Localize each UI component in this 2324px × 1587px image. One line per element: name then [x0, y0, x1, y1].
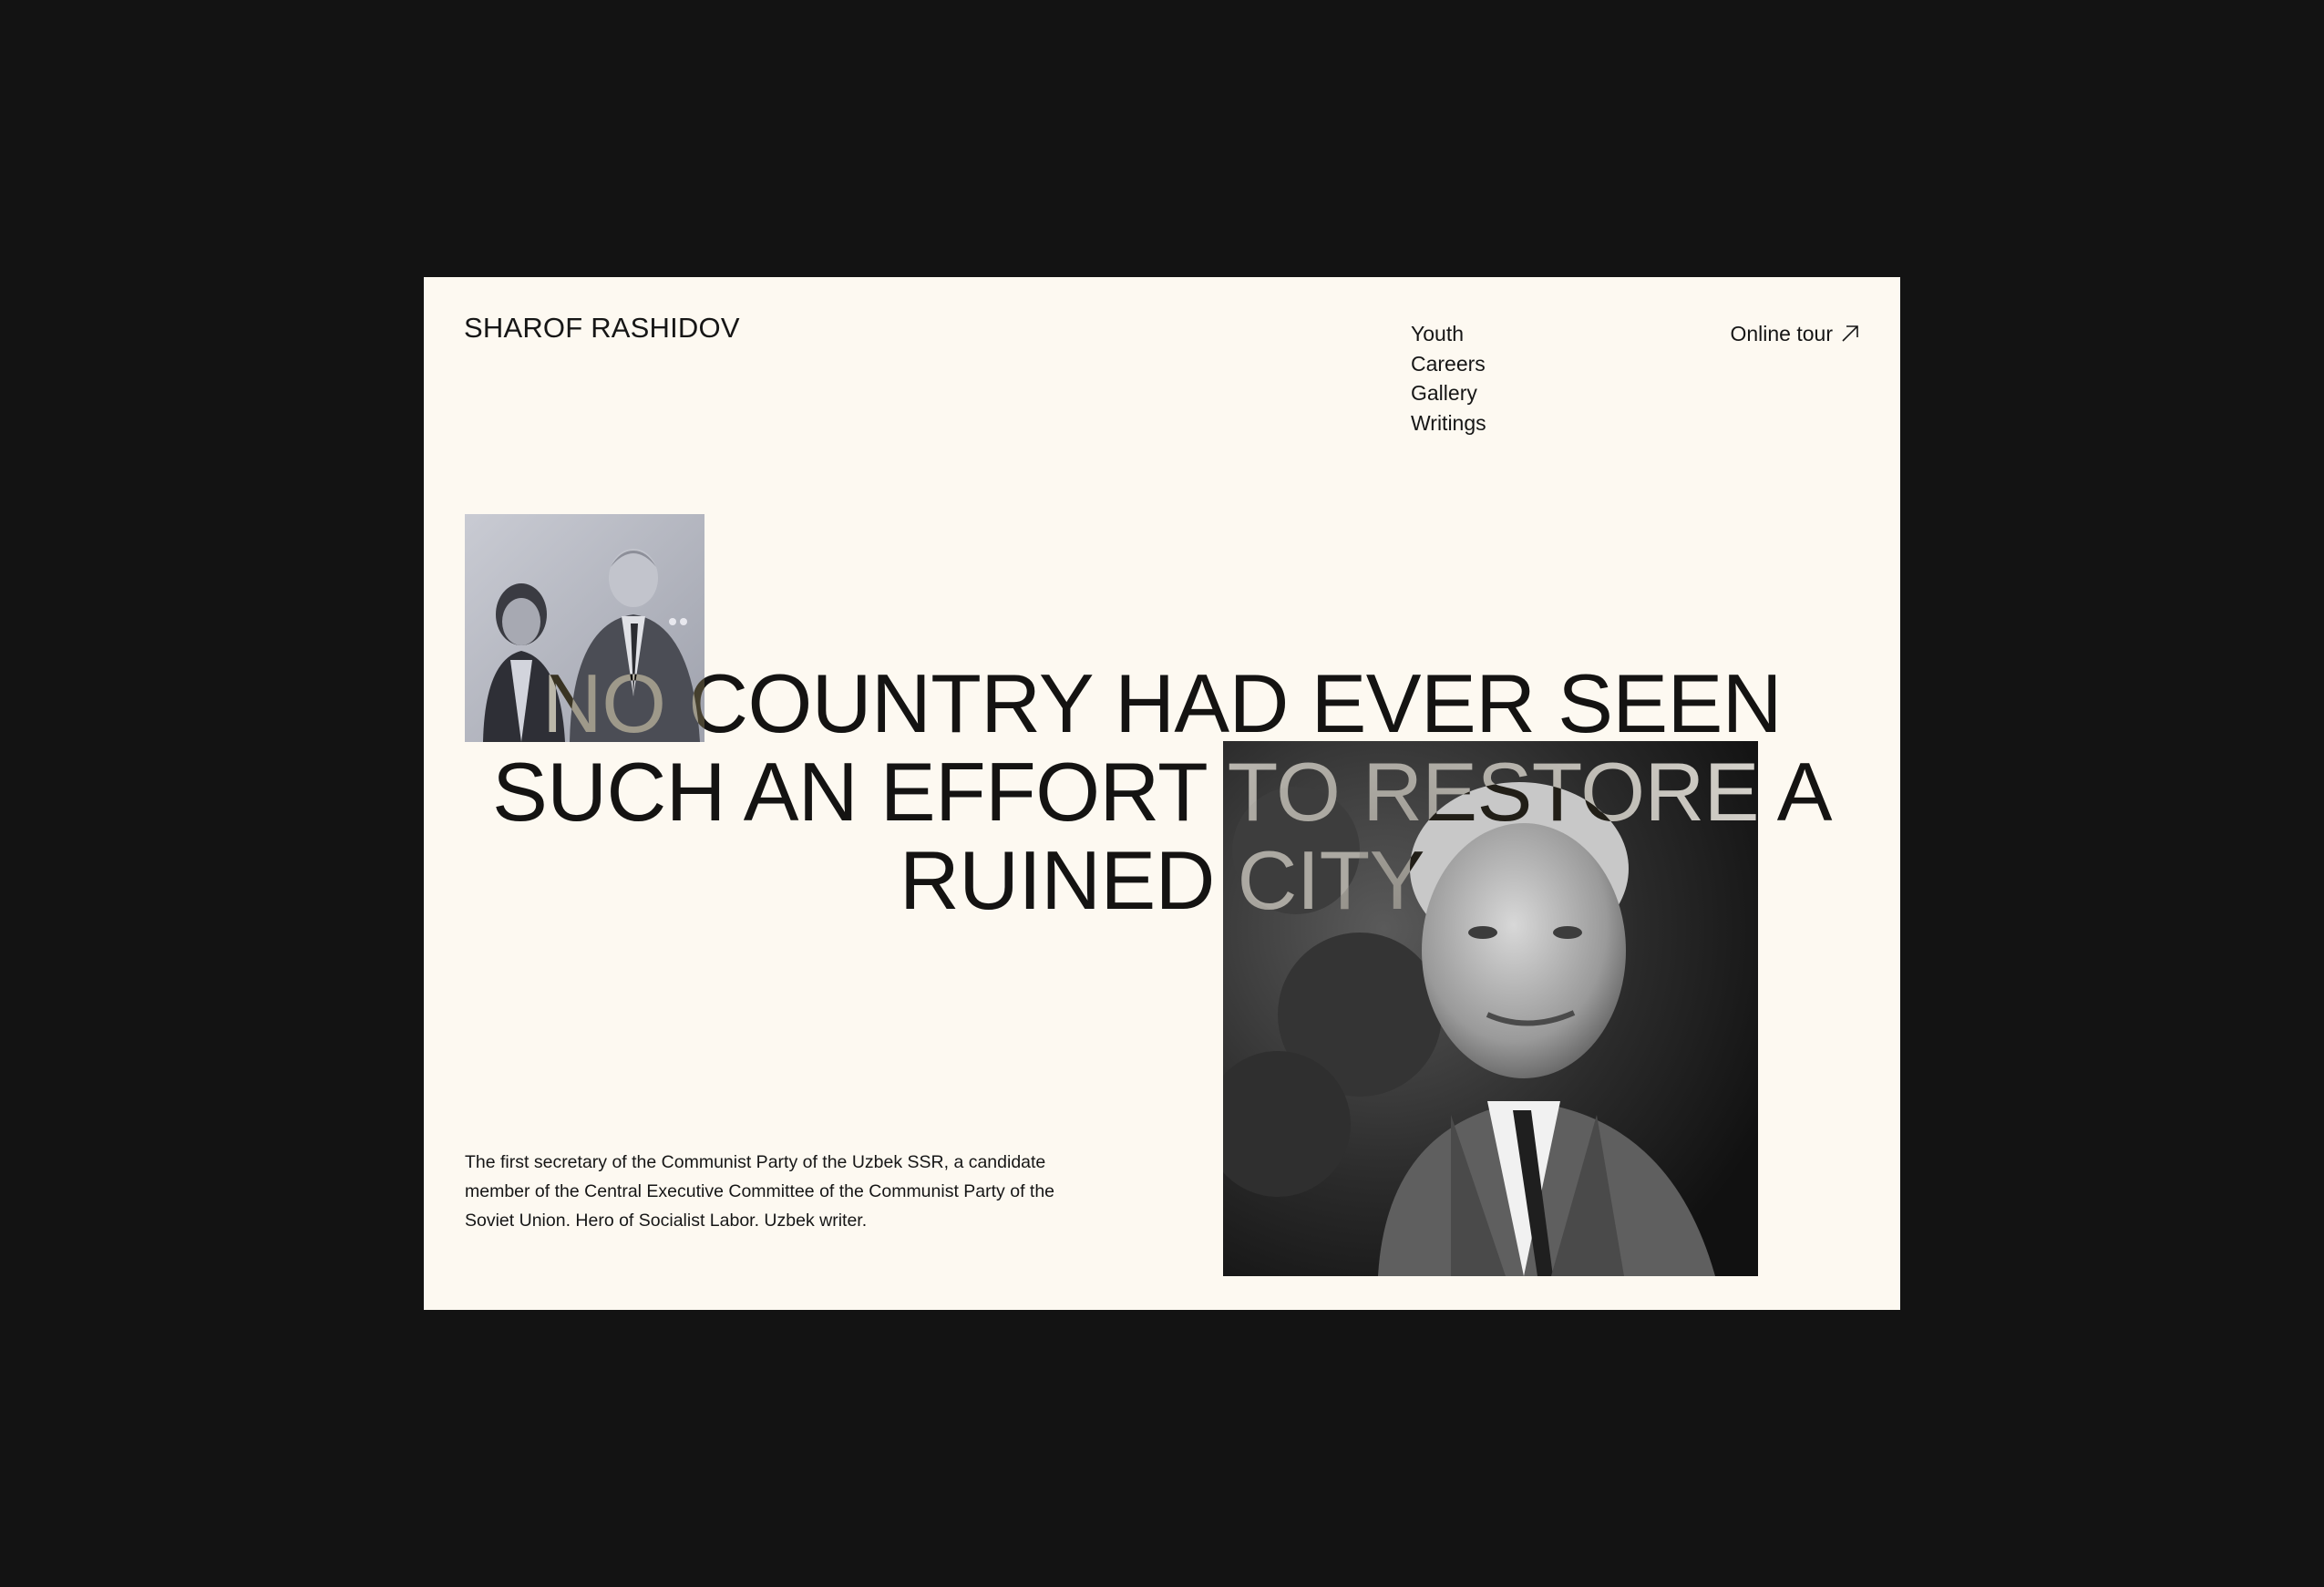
arrow-up-right-icon — [1842, 325, 1858, 342]
page-frame: SHAROF RASHIDOV Youth Careers Gallery Wr… — [424, 277, 1900, 1310]
nav-item-gallery[interactable]: Gallery — [1411, 378, 1486, 408]
online-tour-label: Online tour — [1730, 322, 1833, 345]
online-tour-link[interactable]: Online tour — [1730, 319, 1860, 348]
hero-description: The first secretary of the Communist Par… — [465, 1152, 1055, 1231]
nav-item-writings[interactable]: Writings — [1411, 408, 1486, 438]
brand-logo[interactable]: SHAROF RASHIDOV — [464, 314, 740, 342]
headline-line-2: SUCH AN EFFORT TO RESTORE A — [492, 747, 1832, 839]
nav-item-youth[interactable]: Youth — [1411, 319, 1486, 349]
main-nav: Youth Careers Gallery Writings — [1411, 319, 1486, 438]
headline-line-3: RUINED CITY — [900, 835, 1424, 927]
headline-line-1: NO COUNTRY HAD EVER SEEN — [541, 658, 1783, 750]
hero-headline: NO COUNTRY HAD EVER SEEN SUCH AN EFFORT … — [424, 660, 1900, 925]
nav-item-careers[interactable]: Careers — [1411, 349, 1486, 379]
